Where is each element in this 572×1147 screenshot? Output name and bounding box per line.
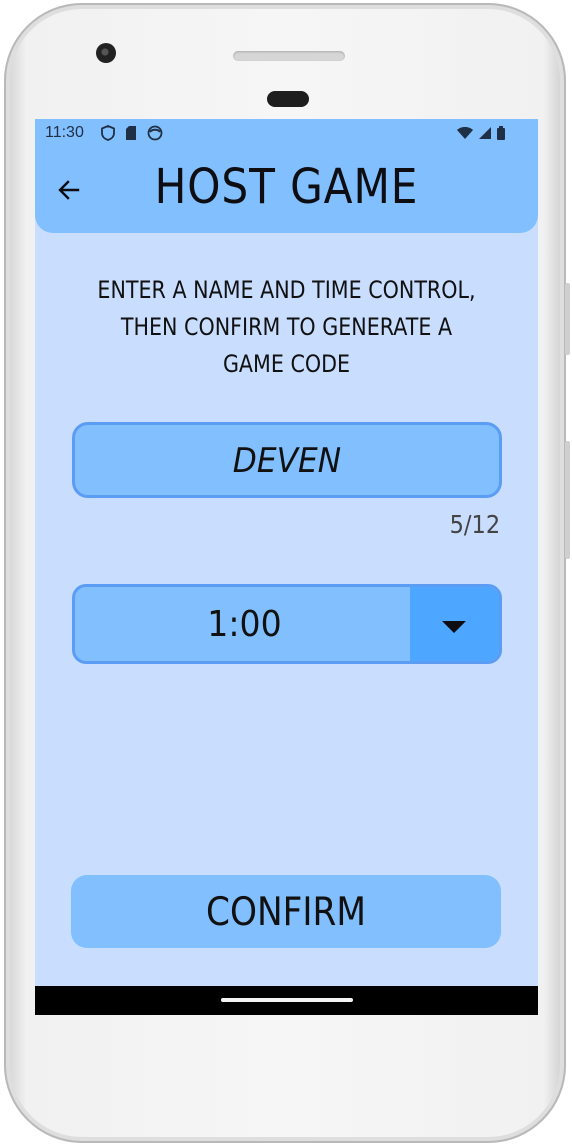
sd-card-icon <box>126 126 136 140</box>
time-control-select[interactable]: 1:00 <box>72 584 502 664</box>
battery-icon <box>497 126 505 140</box>
front-camera <box>96 43 116 63</box>
page-title: HOST GAME <box>154 159 419 215</box>
app-screen: 11:30 HOST GAME ENTER A NAME AND TIME CO… <box>35 119 538 1015</box>
confirm-button[interactable]: CONFIRM <box>71 875 501 948</box>
power-button <box>565 441 570 559</box>
app-bar: 11:30 HOST GAME <box>35 119 538 233</box>
face-icon <box>147 125 163 141</box>
player-name-input[interactable]: DEVEN <box>72 422 502 498</box>
status-bar: 11:30 <box>35 119 538 147</box>
name-character-counter: 5/12 <box>449 510 500 539</box>
confirm-button-label: CONFIRM <box>206 890 366 935</box>
volume-button <box>565 283 570 355</box>
home-gesture-handle[interactable] <box>221 998 353 1002</box>
wifi-icon <box>457 127 473 139</box>
time-control-value[interactable]: 1:00 <box>89 604 401 645</box>
status-notification-icons <box>101 125 163 141</box>
player-name-value[interactable]: DEVEN <box>92 441 482 481</box>
proximity-sensor <box>267 91 309 107</box>
earpiece-speaker <box>233 51 345 61</box>
signal-icon <box>479 127 491 139</box>
status-time: 11:30 <box>45 124 84 141</box>
time-control-dropdown-button[interactable] <box>410 587 499 661</box>
status-system-icons <box>456 125 506 141</box>
shield-icon <box>101 125 115 141</box>
caret-down-icon <box>442 621 466 633</box>
system-navigation-bar <box>35 986 538 1015</box>
instructions-text: ENTER A NAME AND TIME CONTROL, THEN CONF… <box>97 276 476 378</box>
